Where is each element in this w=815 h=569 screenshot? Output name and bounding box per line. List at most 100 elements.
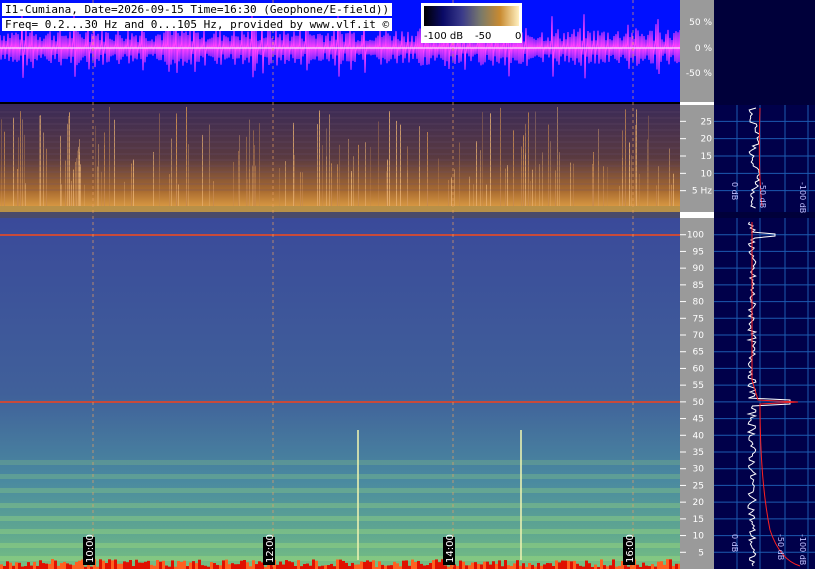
high-tick-label: 35 bbox=[693, 448, 704, 458]
noise-floor-bar bbox=[465, 565, 468, 569]
low-streak bbox=[319, 156, 320, 206]
low-streak bbox=[386, 171, 387, 206]
low-streak bbox=[482, 111, 483, 206]
noise-floor-bar bbox=[513, 563, 516, 569]
high-tick-label: 55 bbox=[693, 381, 704, 391]
low-streak bbox=[631, 155, 632, 206]
low-streak bbox=[573, 163, 574, 206]
low-streak bbox=[535, 111, 536, 206]
noise-floor-bar bbox=[306, 563, 309, 569]
noise-floor-bar bbox=[516, 560, 519, 569]
low-tick-label: 15 bbox=[701, 152, 712, 162]
noise-floor-bar bbox=[225, 559, 228, 569]
high-tick-label: 65 bbox=[693, 348, 704, 358]
noise-floor-bar bbox=[108, 559, 111, 569]
high-tick-label: 60 bbox=[693, 364, 705, 374]
colorbar-gradient bbox=[424, 6, 519, 26]
low-streak bbox=[73, 169, 74, 206]
low-streak bbox=[209, 124, 210, 206]
high-spec-50db: -50 dB bbox=[776, 534, 785, 560]
noise-floor-bar bbox=[636, 564, 639, 569]
noise-floor-bar bbox=[159, 561, 162, 569]
low-streak bbox=[131, 163, 132, 206]
noise-floor-bar bbox=[156, 560, 159, 569]
noise-floor-bar bbox=[336, 559, 339, 569]
low-streak bbox=[473, 184, 474, 206]
noise-floor-bar bbox=[444, 565, 447, 569]
low-streak bbox=[293, 122, 294, 206]
low-streak bbox=[104, 132, 105, 206]
low-spec-100db: -100 dB bbox=[798, 182, 807, 213]
noise-floor-bar bbox=[123, 561, 126, 569]
noise-floor-bar bbox=[528, 563, 531, 569]
noise-floor-bar bbox=[363, 561, 366, 569]
low-streak bbox=[39, 115, 40, 206]
low-streak bbox=[528, 112, 529, 206]
noise-floor-bar bbox=[495, 563, 498, 569]
noise-floor-bar bbox=[558, 562, 561, 569]
noise-floor-bar bbox=[213, 563, 216, 569]
noise-floor-bar bbox=[171, 560, 174, 569]
low-streak bbox=[331, 163, 332, 206]
low-streak bbox=[507, 165, 508, 206]
low-streak bbox=[351, 171, 352, 206]
low-streak bbox=[629, 142, 630, 206]
noise-floor-bar bbox=[192, 561, 195, 569]
noise-floor-bar bbox=[414, 562, 417, 569]
noise-floor-bar bbox=[480, 564, 483, 569]
low-streak bbox=[396, 120, 397, 206]
high-tick-label: 100 bbox=[687, 231, 704, 241]
header-title: I1-Cumiana, Date=2026-09-15 Time=16:30 (… bbox=[2, 3, 393, 16]
noise-floor-bar bbox=[468, 565, 471, 569]
low-streak bbox=[76, 158, 77, 206]
noise-floor-bar bbox=[120, 563, 123, 569]
noise-floor-bar bbox=[216, 564, 219, 569]
noise-floor-bar bbox=[492, 561, 495, 569]
low-streak bbox=[592, 164, 593, 206]
low-streak bbox=[669, 148, 670, 206]
low-streak bbox=[400, 124, 401, 206]
noise-floor-bar bbox=[195, 563, 198, 569]
low-streak bbox=[65, 160, 66, 206]
noise-floor-bar bbox=[543, 564, 546, 569]
noise-floor-bar bbox=[135, 559, 138, 569]
low-streak bbox=[521, 146, 522, 206]
noise-floor-bar bbox=[522, 563, 525, 569]
noise-floor-bar bbox=[237, 564, 240, 569]
noise-floor-bar bbox=[315, 560, 318, 569]
colorbar-label-min: -100 dB bbox=[424, 31, 464, 42]
low-tick-label: 25 bbox=[701, 117, 712, 127]
low-streak bbox=[555, 170, 556, 206]
noise-floor-bar bbox=[486, 561, 489, 569]
low-streak bbox=[337, 164, 338, 206]
high-tick-label: 80 bbox=[693, 298, 705, 308]
low-streak bbox=[365, 142, 366, 206]
low-streak bbox=[46, 148, 47, 206]
noise-floor-bar bbox=[18, 562, 21, 569]
low-streak bbox=[13, 117, 14, 206]
low-streak bbox=[427, 132, 428, 206]
high-tick-label: 10 bbox=[693, 532, 705, 542]
low-streak bbox=[671, 184, 672, 206]
colorbar-label-max: 0 bbox=[515, 31, 522, 42]
noise-floor-bar bbox=[255, 564, 258, 569]
noise-floor-bar bbox=[288, 561, 291, 569]
low-spec-0db: 0 dB bbox=[730, 182, 739, 200]
low-tick-label: 20 bbox=[701, 135, 713, 145]
noise-floor-bar bbox=[573, 560, 576, 569]
low-streak bbox=[486, 184, 487, 206]
noise-floor-bar bbox=[99, 559, 102, 569]
low-streak bbox=[300, 171, 301, 206]
resonance-band bbox=[0, 488, 680, 493]
noise-floor-bar bbox=[603, 565, 606, 569]
high-tick-label: 50 bbox=[693, 398, 705, 408]
noise-floor-bar bbox=[555, 560, 558, 569]
low-streak bbox=[202, 134, 203, 206]
noise-floor-bar bbox=[387, 565, 390, 569]
noise-floor-bar bbox=[393, 561, 396, 569]
noise-floor-bar bbox=[138, 562, 141, 569]
noise-floor-bar bbox=[483, 561, 486, 569]
noise-floor-bar bbox=[357, 564, 360, 569]
high-tick-label: 95 bbox=[693, 247, 704, 257]
noise-floor-bar bbox=[435, 559, 438, 569]
